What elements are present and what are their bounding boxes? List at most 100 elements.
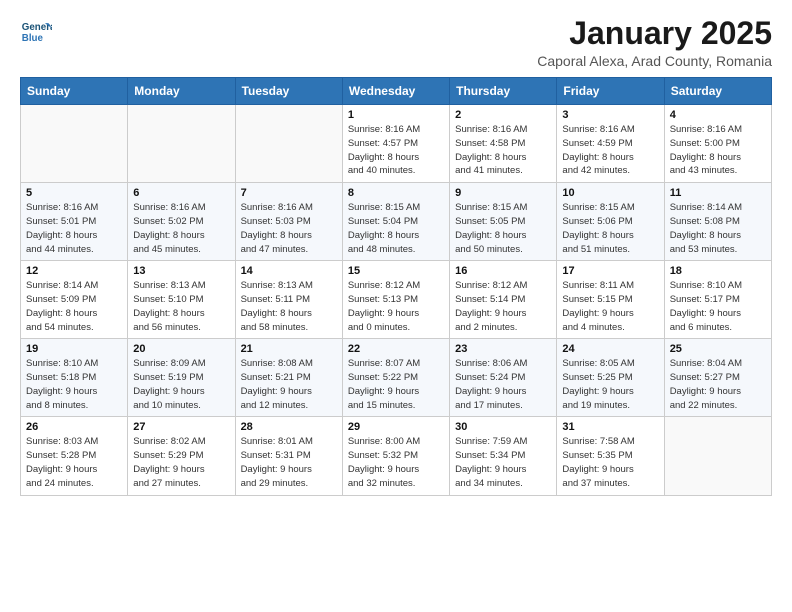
day-info: Sunrise: 8:03 AM Sunset: 5:28 PM Dayligh…: [26, 435, 122, 490]
calendar-cell: 28 Sunrise: 8:01 AM Sunset: 5:31 PM Dayli…: [235, 417, 342, 495]
day-info: Sunrise: 8:05 AM Sunset: 5:25 PM Dayligh…: [562, 357, 658, 412]
day-info: Sunrise: 8:16 AM Sunset: 4:59 PM Dayligh…: [562, 123, 658, 178]
calendar-week-row: 19Sunrise: 8:10 AM Sunset: 5:18 PM Dayli…: [21, 339, 772, 417]
calendar-cell: 6 Sunrise: 8:16 AM Sunset: 5:02 PM Daylig…: [128, 183, 235, 261]
calendar-cell: 27 Sunrise: 8:02 AM Sunset: 5:29 PM Dayli…: [128, 417, 235, 495]
calendar-cell: 17 Sunrise: 8:11 AM Sunset: 5:15 PM Dayli…: [557, 261, 664, 339]
calendar-cell: 16 Sunrise: 8:12 AM Sunset: 5:14 PM Dayli…: [450, 261, 557, 339]
day-number: 21: [241, 343, 337, 355]
calendar-cell: [235, 105, 342, 183]
calendar-cell: 26 Sunrise: 8:03 AM Sunset: 5:28 PM Dayli…: [21, 417, 128, 495]
day-number: 23: [455, 343, 551, 355]
day-number: 9: [455, 187, 551, 199]
day-info: Sunrise: 8:16 AM Sunset: 5:01 PM Dayligh…: [26, 201, 122, 256]
day-info: Sunrise: 8:02 AM Sunset: 5:29 PM Dayligh…: [133, 435, 229, 490]
day-info: Sunrise: 8:01 AM Sunset: 5:31 PM Dayligh…: [241, 435, 337, 490]
day-number: 20: [133, 343, 229, 355]
day-number: 22: [348, 343, 444, 355]
day-info: Sunrise: 8:14 AM Sunset: 5:09 PM Dayligh…: [26, 279, 122, 334]
day-number: 27: [133, 421, 229, 433]
calendar-cell: 2 Sunrise: 8:16 AM Sunset: 4:58 PM Daylig…: [450, 105, 557, 183]
calendar-cell: 11 Sunrise: 8:14 AM Sunset: 5:08 PM Dayli…: [664, 183, 771, 261]
calendar-cell: 31Sunrise: 7:58 AM Sunset: 5:35 PM Dayli…: [557, 417, 664, 495]
month-title: January 2025: [537, 16, 772, 51]
day-number: 26: [26, 421, 122, 433]
calendar-cell: 22 Sunrise: 8:07 AM Sunset: 5:22 PM Dayli…: [342, 339, 449, 417]
day-number: 24: [562, 343, 658, 355]
day-info: Sunrise: 8:10 AM Sunset: 5:18 PM Dayligh…: [26, 357, 122, 412]
day-number: 14: [241, 265, 337, 277]
calendar-week-row: 5 Sunrise: 8:16 AM Sunset: 5:01 PM Daylig…: [21, 183, 772, 261]
day-info: Sunrise: 8:12 AM Sunset: 5:14 PM Dayligh…: [455, 279, 551, 334]
calendar-cell: [128, 105, 235, 183]
day-info: Sunrise: 8:10 AM Sunset: 5:17 PM Dayligh…: [670, 279, 766, 334]
day-info: Sunrise: 8:16 AM Sunset: 5:02 PM Dayligh…: [133, 201, 229, 256]
calendar-cell: 30 Sunrise: 7:59 AM Sunset: 5:34 PM Dayli…: [450, 417, 557, 495]
calendar-cell: 15 Sunrise: 8:12 AM Sunset: 5:13 PM Dayli…: [342, 261, 449, 339]
svg-text:Blue: Blue: [22, 33, 44, 44]
day-number: 7: [241, 187, 337, 199]
day-info: Sunrise: 8:15 AM Sunset: 5:04 PM Dayligh…: [348, 201, 444, 256]
day-number: 8: [348, 187, 444, 199]
day-info: Sunrise: 8:00 AM Sunset: 5:32 PM Dayligh…: [348, 435, 444, 490]
day-info: Sunrise: 8:06 AM Sunset: 5:24 PM Dayligh…: [455, 357, 551, 412]
day-number: 10: [562, 187, 658, 199]
calendar-cell: 3 Sunrise: 8:16 AM Sunset: 4:59 PM Daylig…: [557, 105, 664, 183]
weekday-header-monday: Monday: [128, 78, 235, 105]
day-info: Sunrise: 8:16 AM Sunset: 4:57 PM Dayligh…: [348, 123, 444, 178]
weekday-header-friday: Friday: [557, 78, 664, 105]
calendar-cell: 4 Sunrise: 8:16 AM Sunset: 5:00 PM Daylig…: [664, 105, 771, 183]
title-block: January 2025 Caporal Alexa, Arad County,…: [537, 16, 772, 69]
day-number: 12: [26, 265, 122, 277]
calendar-cell: 25 Sunrise: 8:04 AM Sunset: 5:27 PM Dayli…: [664, 339, 771, 417]
day-info: Sunrise: 8:04 AM Sunset: 5:27 PM Dayligh…: [670, 357, 766, 412]
day-info: Sunrise: 8:16 AM Sunset: 4:58 PM Dayligh…: [455, 123, 551, 178]
weekday-header-row: SundayMondayTuesdayWednesdayThursdayFrid…: [21, 78, 772, 105]
calendar-cell: 13Sunrise: 8:13 AM Sunset: 5:10 PM Dayli…: [128, 261, 235, 339]
day-info: Sunrise: 8:14 AM Sunset: 5:08 PM Dayligh…: [670, 201, 766, 256]
day-number: 25: [670, 343, 766, 355]
day-number: 16: [455, 265, 551, 277]
day-number: 1: [348, 109, 444, 121]
day-number: 2: [455, 109, 551, 121]
weekday-header-saturday: Saturday: [664, 78, 771, 105]
day-number: 4: [670, 109, 766, 121]
logo-icon: General Blue: [20, 16, 52, 48]
calendar-week-row: 12 Sunrise: 8:14 AM Sunset: 5:09 PM Dayli…: [21, 261, 772, 339]
day-info: Sunrise: 8:07 AM Sunset: 5:22 PM Dayligh…: [348, 357, 444, 412]
calendar-cell: [664, 417, 771, 495]
day-number: 30: [455, 421, 551, 433]
calendar-week-row: 26 Sunrise: 8:03 AM Sunset: 5:28 PM Dayli…: [21, 417, 772, 495]
day-number: 28: [241, 421, 337, 433]
calendar-cell: 14 Sunrise: 8:13 AM Sunset: 5:11 PM Dayli…: [235, 261, 342, 339]
day-info: Sunrise: 8:11 AM Sunset: 5:15 PM Dayligh…: [562, 279, 658, 334]
calendar-cell: 21 Sunrise: 8:08 AM Sunset: 5:21 PM Dayli…: [235, 339, 342, 417]
day-number: 15: [348, 265, 444, 277]
logo: General Blue: [20, 16, 52, 48]
weekday-header-sunday: Sunday: [21, 78, 128, 105]
day-number: 5: [26, 187, 122, 199]
day-info: Sunrise: 8:08 AM Sunset: 5:21 PM Dayligh…: [241, 357, 337, 412]
calendar-cell: [21, 105, 128, 183]
day-info: Sunrise: 8:16 AM Sunset: 5:03 PM Dayligh…: [241, 201, 337, 256]
calendar-cell: 9 Sunrise: 8:15 AM Sunset: 5:05 PM Daylig…: [450, 183, 557, 261]
day-number: 11: [670, 187, 766, 199]
day-number: 13: [133, 265, 229, 277]
calendar-cell: 18 Sunrise: 8:10 AM Sunset: 5:17 PM Dayli…: [664, 261, 771, 339]
day-number: 17: [562, 265, 658, 277]
calendar-cell: 7 Sunrise: 8:16 AM Sunset: 5:03 PM Daylig…: [235, 183, 342, 261]
day-number: 3: [562, 109, 658, 121]
day-info: Sunrise: 8:12 AM Sunset: 5:13 PM Dayligh…: [348, 279, 444, 334]
day-info: Sunrise: 8:09 AM Sunset: 5:19 PM Dayligh…: [133, 357, 229, 412]
page-header: General Blue January 2025 Caporal Alexa,…: [20, 16, 772, 69]
day-number: 6: [133, 187, 229, 199]
day-info: Sunrise: 8:15 AM Sunset: 5:05 PM Dayligh…: [455, 201, 551, 256]
calendar-cell: 5 Sunrise: 8:16 AM Sunset: 5:01 PM Daylig…: [21, 183, 128, 261]
day-info: Sunrise: 8:13 AM Sunset: 5:11 PM Dayligh…: [241, 279, 337, 334]
day-info: Sunrise: 7:59 AM Sunset: 5:34 PM Dayligh…: [455, 435, 551, 490]
calendar-cell: 1 Sunrise: 8:16 AM Sunset: 4:57 PM Daylig…: [342, 105, 449, 183]
day-number: 18: [670, 265, 766, 277]
day-info: Sunrise: 8:16 AM Sunset: 5:00 PM Dayligh…: [670, 123, 766, 178]
calendar-cell: 8 Sunrise: 8:15 AM Sunset: 5:04 PM Daylig…: [342, 183, 449, 261]
calendar-cell: 19Sunrise: 8:10 AM Sunset: 5:18 PM Dayli…: [21, 339, 128, 417]
